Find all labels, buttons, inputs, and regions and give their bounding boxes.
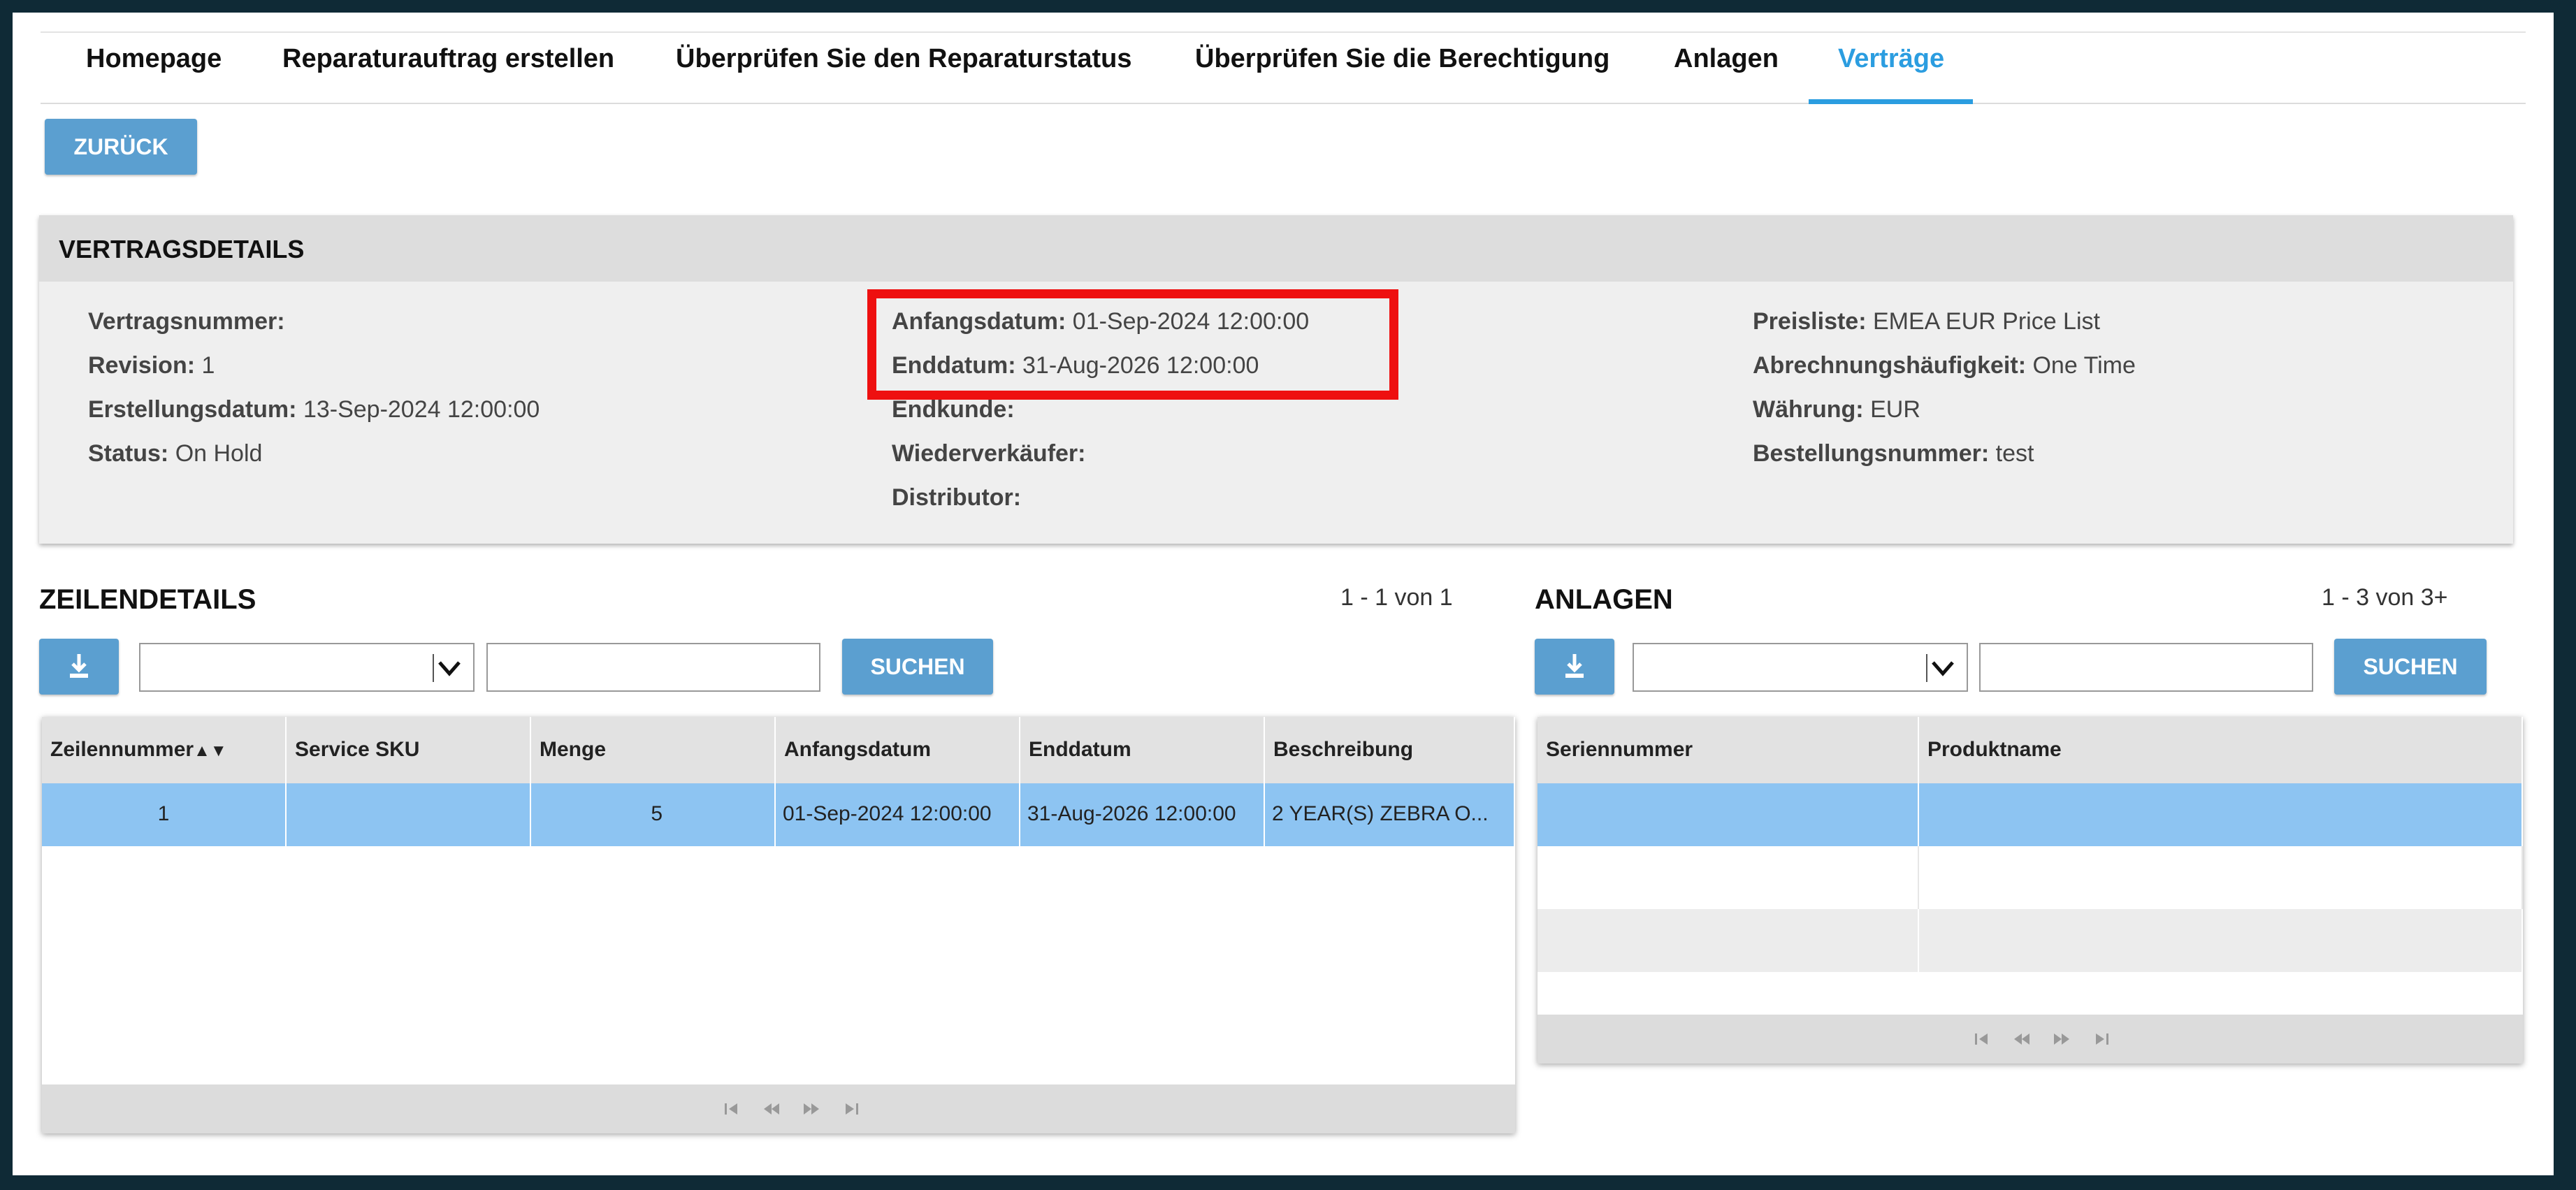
col-header-anfangsdatum[interactable]: Anfangsdatum xyxy=(776,717,1020,783)
next-page-icon[interactable] xyxy=(802,1099,821,1119)
cell-produktname xyxy=(1919,846,2523,909)
table-row[interactable] xyxy=(1537,783,2523,846)
assets-search-input[interactable] xyxy=(1979,643,2313,692)
assets-search-button[interactable]: SUCHEN xyxy=(2334,639,2487,695)
field-reseller: Wiederverkäufer: xyxy=(892,440,1086,467)
col-header-seriennummer[interactable]: Seriennummer xyxy=(1537,717,1919,783)
first-page-icon[interactable] xyxy=(722,1099,741,1119)
line-details-count: 1 - 1 von 1 xyxy=(1340,584,1453,611)
line-details-grid: Zeilennummer▲▼ Service SKU Menge Anfangs… xyxy=(42,717,1515,1133)
field-status: Status: On Hold xyxy=(88,440,263,467)
col-header-produktname[interactable]: Produktname xyxy=(1919,717,2523,783)
nav-check-repair-status[interactable]: Überprüfen Sie den Reparaturstatus xyxy=(676,33,1131,103)
line-details-title: ZEILENDETAILS xyxy=(39,584,256,615)
field-billing-frequency: Abrechnungshäufigkeit: One Time xyxy=(1753,352,2136,379)
contract-details-header: VERTRAGSDETAILS xyxy=(39,215,2513,282)
field-order-number: Bestellungsnummer: test xyxy=(1753,440,2034,467)
assets-title: ANLAGEN xyxy=(1535,584,1673,615)
sort-icon[interactable]: ▲▼ xyxy=(194,741,227,760)
field-currency: Währung: EUR xyxy=(1753,396,1920,423)
nav-check-entitlement[interactable]: Überprüfen Sie die Berechtigung xyxy=(1195,33,1609,103)
line-details-search-button[interactable]: SUCHEN xyxy=(842,639,993,695)
active-tab-indicator xyxy=(1809,99,1973,104)
field-end-customer: Endkunde: xyxy=(892,396,1015,423)
line-details-download-button[interactable] xyxy=(39,639,119,695)
table-row[interactable] xyxy=(1537,909,2523,972)
nav-homepage[interactable]: Homepage xyxy=(86,33,222,103)
col-header-enddatum[interactable]: Enddatum xyxy=(1020,717,1265,783)
highlight-box xyxy=(867,289,1398,400)
line-details-pager xyxy=(42,1084,1515,1133)
cell-beschreibung: 2 YEAR(S) ZEBRA O... xyxy=(1265,783,1515,846)
cell-produktname xyxy=(1919,783,2523,846)
prev-page-icon[interactable] xyxy=(762,1099,781,1119)
table-row[interactable] xyxy=(1537,846,2523,909)
assets-download-button[interactable] xyxy=(1535,639,1614,695)
next-page-icon[interactable] xyxy=(2052,1029,2071,1049)
last-page-icon[interactable] xyxy=(2092,1029,2111,1049)
assets-pager xyxy=(1537,1015,2523,1064)
line-details-filter-select[interactable] xyxy=(139,643,475,692)
chevron-down-icon xyxy=(1932,661,1954,676)
cell-seriennummer xyxy=(1537,846,1919,909)
line-details-grid-header: Zeilennummer▲▼ Service SKU Menge Anfangs… xyxy=(42,717,1515,783)
nav-contracts[interactable]: Verträge xyxy=(1838,33,1944,103)
field-creation-date: Erstellungsdatum: 13-Sep-2024 12:00:00 xyxy=(88,396,540,423)
back-button[interactable]: ZURÜCK xyxy=(45,119,197,175)
cell-produktname xyxy=(1919,909,2523,972)
chevron-down-icon xyxy=(438,661,461,676)
line-details-search-input[interactable] xyxy=(486,643,820,692)
contract-details-title: VERTRAGSDETAILS xyxy=(59,235,305,263)
col-header-service-sku[interactable]: Service SKU xyxy=(287,717,531,783)
table-row[interactable]: 1 5 01-Sep-2024 12:00:00 31-Aug-2026 12:… xyxy=(42,783,1515,846)
cell-seriennummer xyxy=(1537,783,1919,846)
assets-grid: Seriennummer Produktname xyxy=(1537,717,2523,1064)
download-icon xyxy=(70,654,88,678)
nav-create-repair-order[interactable]: Reparaturauftrag erstellen xyxy=(282,33,614,103)
assets-grid-header: Seriennummer Produktname xyxy=(1537,717,2523,783)
assets-filter-select[interactable] xyxy=(1633,643,1968,692)
assets-count: 1 - 3 von 3+ xyxy=(2322,584,2448,611)
field-distributor: Distributor: xyxy=(892,484,1022,511)
main-nav: Homepage Reparaturauftrag erstellen Über… xyxy=(41,33,2526,104)
field-price-list: Preisliste: EMEA EUR Price List xyxy=(1753,308,2100,335)
nav-assets[interactable]: Anlagen xyxy=(1674,33,1779,103)
cell-seriennummer xyxy=(1537,909,1919,972)
cell-enddatum: 31-Aug-2026 12:00:00 xyxy=(1020,783,1265,846)
app-frame: Homepage Reparaturauftrag erstellen Über… xyxy=(13,13,2554,1175)
first-page-icon[interactable] xyxy=(1972,1029,1992,1049)
cell-anfangsdatum: 01-Sep-2024 12:00:00 xyxy=(776,783,1020,846)
field-revision: Revision: 1 xyxy=(88,352,215,379)
col-header-menge[interactable]: Menge xyxy=(531,717,776,783)
download-icon xyxy=(1565,654,1584,678)
prev-page-icon[interactable] xyxy=(2012,1029,2032,1049)
field-contract-number: Vertragsnummer: xyxy=(88,308,285,335)
col-header-zeilennummer[interactable]: Zeilennummer▲▼ xyxy=(42,717,287,783)
cell-zeilennummer: 1 xyxy=(42,783,287,846)
cell-menge: 5 xyxy=(531,783,776,846)
cell-service-sku xyxy=(287,783,531,846)
last-page-icon[interactable] xyxy=(841,1099,861,1119)
col-header-beschreibung[interactable]: Beschreibung xyxy=(1265,717,1515,783)
